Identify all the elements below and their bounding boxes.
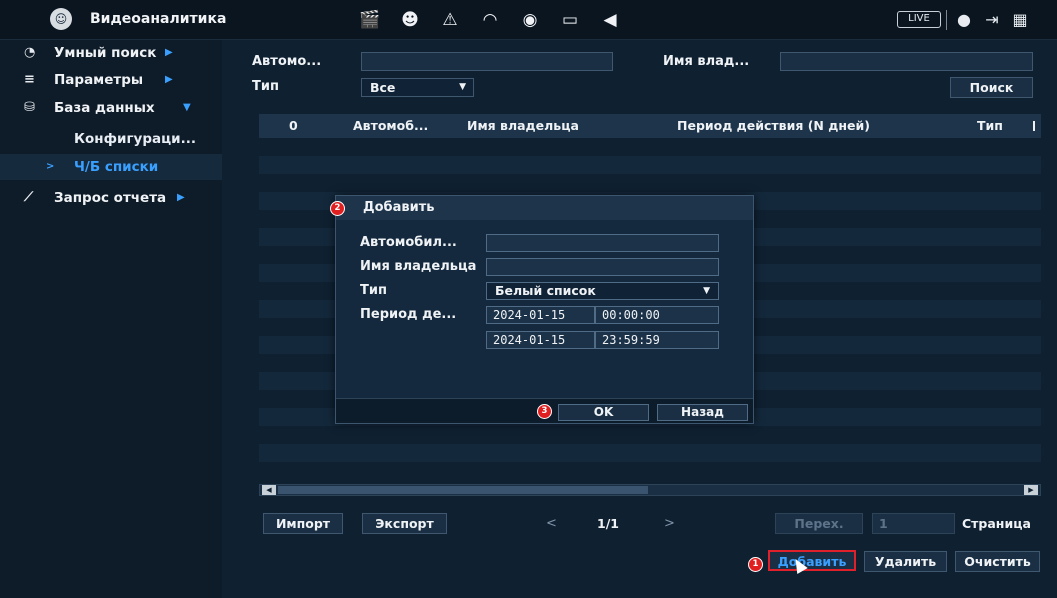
target-icon[interactable]: ◉ [510, 6, 550, 34]
chart-icon: ⟋ [24, 190, 34, 205]
chevron-down-icon: ▼ [703, 286, 710, 296]
type-label: Тип [252, 79, 279, 94]
sidebar-item-database[interactable]: ⛁ База данных ▼ [0, 95, 222, 121]
prev-page-button[interactable]: < [546, 516, 557, 531]
next-page-button[interactable]: > [664, 516, 675, 531]
start-date-input[interactable]: 2024-01-15 [486, 306, 595, 324]
user-icon[interactable]: ● [950, 7, 978, 33]
end-date-input[interactable]: 2024-01-15 [486, 331, 595, 349]
sidebar-item-parameters[interactable]: ≡ Параметры ▶ [0, 67, 222, 93]
chevron-down-icon: ▼ [459, 82, 466, 92]
monitor-icon[interactable]: ▭ [550, 6, 590, 34]
table-header: 0 Автомоб... Имя владельца Период действ… [259, 114, 1041, 138]
arrow-right-icon: ▶ [177, 192, 185, 203]
delete-button[interactable]: Удалить [864, 551, 947, 572]
owner-input[interactable] [486, 258, 719, 276]
sidebar-item-smart-search[interactable]: ◔ Умный поиск ▶ [0, 40, 222, 66]
analytics-face-icon: ☺ [50, 8, 72, 30]
dialog-footer: 3 OK Назад [336, 398, 753, 423]
scroll-thumb[interactable] [278, 486, 648, 494]
top-bar: ☺ Видеоаналитика 🎬 ☻ ⚠ ◠ ◉ ▭ ◀ LIVE ● ⇥ … [0, 0, 1057, 40]
speedometer-icon[interactable]: ◠ [470, 6, 510, 34]
list-type-select[interactable]: Белый список ▼ [486, 282, 719, 300]
step-marker-1: 1 [748, 557, 763, 572]
speaker-icon[interactable]: ◀ [590, 6, 630, 34]
dialog-body: Автомобил... Имя владельца Тип Белый спи… [336, 220, 753, 398]
sidebar-item-report[interactable]: ⟋ Запрос отчета ▶ [0, 185, 222, 211]
face-icon[interactable]: ☻ [390, 6, 430, 34]
type-select[interactable]: Все ▼ [361, 78, 474, 97]
plate-input[interactable] [486, 234, 719, 252]
app-title: Видеоаналитика [90, 11, 227, 27]
back-button[interactable]: Назад [657, 404, 748, 421]
goto-page-button[interactable]: Перех. [775, 513, 863, 534]
arrow-right-icon: ▶ [165, 74, 173, 85]
table-row[interactable] [259, 444, 1041, 462]
table-row[interactable] [259, 462, 1041, 480]
col-plate: Автомоб... [353, 118, 429, 133]
alarm-light-icon[interactable]: ⚠ [430, 6, 470, 34]
chevron-right-icon: > [46, 161, 55, 172]
plate-label: Автомо... [252, 54, 322, 69]
sidebar-item-bw-lists[interactable]: > Ч/Б списки [0, 154, 222, 180]
scroll-left-icon[interactable]: ◀ [262, 485, 276, 495]
sidebar: ◔ Умный поиск ▶ ≡ Параметры ▶ ⛁ База дан… [0, 40, 222, 598]
arrow-down-icon: ▼ [183, 102, 191, 113]
col-owner: Имя владельца [467, 118, 579, 133]
col-period: Период действия (N дней) [677, 118, 870, 133]
period-label: Период де... [360, 307, 457, 322]
logout-icon[interactable]: ⇥ [978, 7, 1006, 33]
col-type: Тип [977, 118, 1003, 133]
plate-input[interactable] [361, 52, 613, 71]
step-marker-2: 2 [330, 201, 345, 216]
list-icon: ≡ [24, 72, 35, 87]
import-button[interactable]: Импорт [263, 513, 343, 534]
plate-label: Автомобил... [360, 235, 457, 250]
arrow-right-icon: ▶ [165, 47, 173, 58]
col-index: 0 [289, 118, 298, 133]
scroll-right-icon[interactable]: ▶ [1024, 485, 1038, 495]
table-row[interactable] [259, 138, 1041, 156]
smart-search-icon: ◔ [24, 45, 36, 60]
table-row[interactable] [259, 174, 1041, 192]
dialog-header: 2 Добавить [330, 196, 753, 220]
page-number-input[interactable]: 1 [872, 513, 955, 534]
add-button[interactable]: Добавить [768, 550, 856, 571]
database-icon: ⛁ [24, 100, 35, 115]
column-resize-handle[interactable] [1033, 121, 1035, 131]
page-indicator: 1/1 [597, 516, 619, 531]
table-row[interactable] [259, 426, 1041, 444]
page-label: Страница [962, 516, 1031, 531]
top-icon-bar: 🎬 ☻ ⚠ ◠ ◉ ▭ ◀ [350, 6, 630, 34]
camera-clapper-icon[interactable]: 🎬 [350, 6, 390, 34]
search-button[interactable]: Поиск [950, 77, 1033, 98]
owner-label: Имя владельца [360, 259, 477, 274]
sidebar-item-config[interactable]: Конфигураци... [0, 126, 222, 152]
clear-button[interactable]: Очистить [955, 551, 1040, 572]
export-button[interactable]: Экспорт [362, 513, 447, 534]
dialog-title: Добавить [363, 200, 435, 215]
divider [946, 10, 947, 30]
ok-button[interactable]: OK [558, 404, 649, 421]
owner-input[interactable] [780, 52, 1033, 71]
type-label: Тип [360, 283, 387, 298]
add-dialog: 2 Добавить Автомобил... Имя владельца Ти… [330, 195, 754, 424]
end-time-input[interactable]: 23:59:59 [595, 331, 719, 349]
owner-label: Имя влад... [663, 54, 750, 69]
live-button[interactable]: LIVE [897, 11, 941, 28]
start-time-input[interactable]: 00:00:00 [595, 306, 719, 324]
horizontal-scrollbar[interactable]: ◀ ▶ [259, 484, 1041, 496]
qr-code-icon[interactable]: ▦ [1006, 7, 1034, 33]
step-marker-3: 3 [537, 404, 552, 419]
table-row[interactable] [259, 156, 1041, 174]
